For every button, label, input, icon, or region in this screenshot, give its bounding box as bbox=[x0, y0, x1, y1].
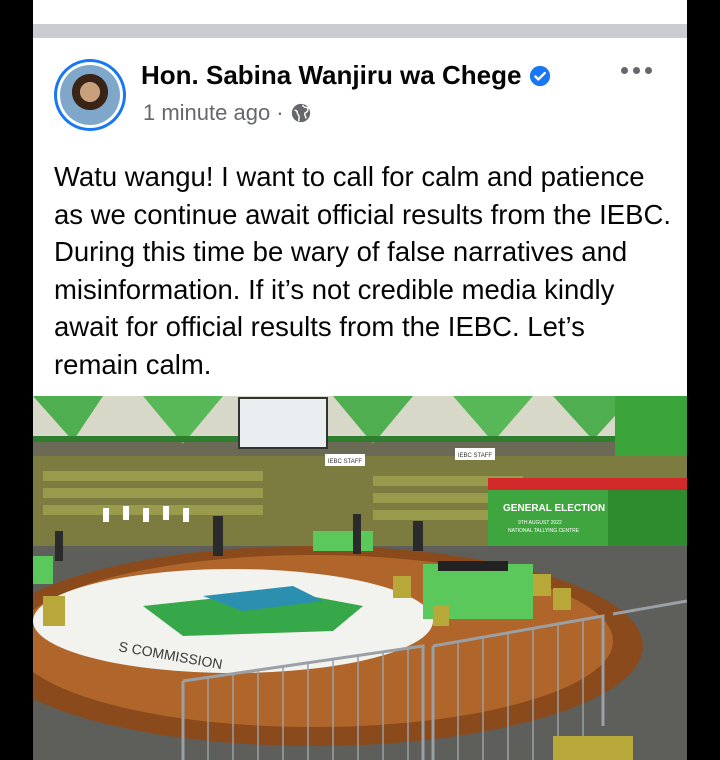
more-options-icon[interactable] bbox=[621, 62, 655, 78]
banner-date: 9TH AUGUST 2022 bbox=[518, 520, 562, 526]
banner-title: GENERAL ELECTION bbox=[503, 503, 605, 514]
arena-photo: IEBC STAFF IEBC STAFF GENERAL ELECTION 9… bbox=[33, 396, 687, 760]
feed-divider bbox=[33, 24, 687, 38]
post-author[interactable]: Hon. Sabina Wanjiru wa Chege bbox=[141, 60, 551, 91]
banner-venue: NATIONAL TALLYING CENTRE bbox=[508, 528, 580, 534]
avatar-photo bbox=[60, 65, 120, 125]
post-text: Watu wangu! I want to call for calm and … bbox=[54, 161, 671, 380]
post-meta: 1 minute ago · bbox=[143, 100, 312, 126]
meta-separator: · bbox=[276, 100, 284, 125]
staff-sign-1: IEBC STAFF bbox=[328, 459, 363, 465]
avatar[interactable] bbox=[54, 59, 126, 131]
post-timestamp[interactable]: 1 minute ago bbox=[143, 100, 270, 126]
staff-sign-2: IEBC STAFF bbox=[458, 453, 493, 459]
post-card: Hon. Sabina Wanjiru wa Chege 1 minute ag… bbox=[33, 38, 687, 760]
post-photo[interactable]: IEBC STAFF IEBC STAFF GENERAL ELECTION 9… bbox=[33, 396, 687, 760]
author-name[interactable]: Hon. Sabina Wanjiru wa Chege bbox=[141, 60, 521, 91]
verified-badge-icon bbox=[530, 65, 551, 86]
globe-icon[interactable] bbox=[290, 102, 312, 124]
top-white-strip bbox=[33, 0, 687, 24]
